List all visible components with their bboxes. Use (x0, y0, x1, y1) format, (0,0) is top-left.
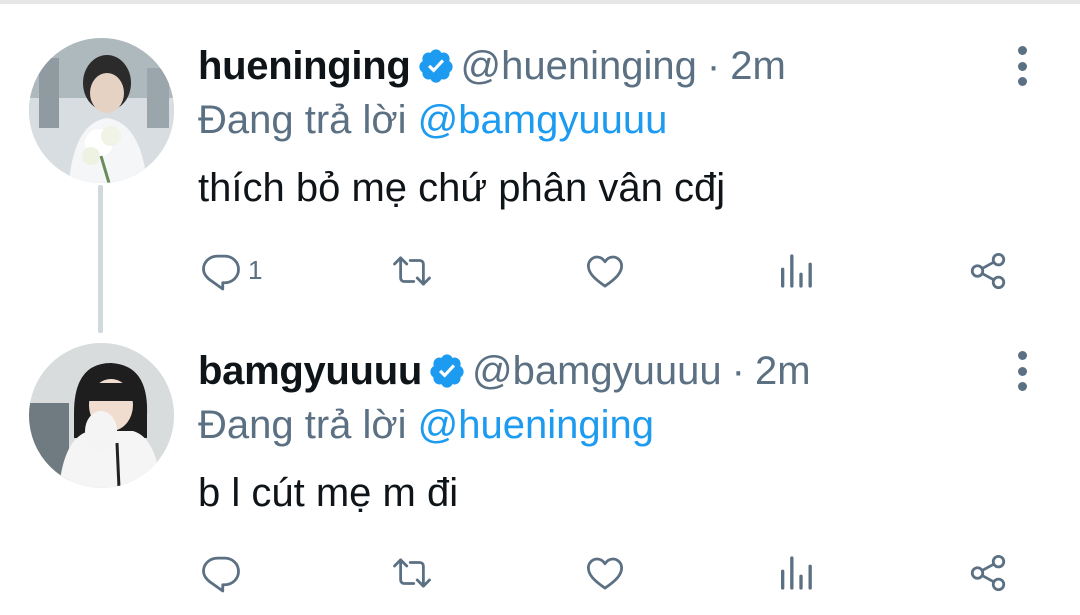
analytics-icon (781, 253, 812, 288)
share-button[interactable] (966, 545, 1010, 600)
tweet-text: thích bỏ mẹ chứ phân vân cđj (198, 166, 726, 210)
retweet-icon (393, 255, 431, 286)
tweet-header: bamgyuuuu @bamgyuuuu · 2m (198, 343, 811, 399)
action-bar: 1 (0, 243, 1080, 298)
more-icon[interactable] (1004, 347, 1040, 395)
verified-badge-icon (430, 354, 464, 388)
tweet-text: b l cút mẹ m đi (198, 471, 459, 515)
display-name[interactable]: hueninging (198, 38, 411, 94)
mention-link[interactable]: @bamgyuuuu (418, 98, 668, 142)
more-icon[interactable] (1004, 42, 1040, 90)
reply-count: 1 (248, 255, 263, 285)
user-handle[interactable]: @hueninging (461, 38, 697, 94)
separator-dot: · (731, 349, 745, 393)
analytics-icon (781, 555, 812, 590)
retweet-button[interactable] (388, 545, 436, 600)
share-button[interactable] (966, 243, 1010, 298)
avatar[interactable] (29, 38, 174, 183)
reply-button[interactable] (200, 545, 248, 600)
analytics-button[interactable] (776, 545, 816, 600)
timestamp[interactable]: 2m (755, 343, 811, 399)
reply-icon (202, 254, 240, 290)
tweet[interactable]: bamgyuuuu @bamgyuuuu · 2m Đang trả lời @… (0, 333, 1080, 615)
replying-prefix: Đang trả lời (198, 403, 407, 447)
replying-prefix: Đang trả lời (198, 98, 407, 142)
retweet-icon (393, 557, 431, 588)
retweet-button[interactable] (388, 243, 436, 298)
like-button[interactable] (583, 545, 627, 600)
timestamp[interactable]: 2m (730, 38, 786, 94)
top-divider (0, 0, 1080, 4)
display-name[interactable]: bamgyuuuu (198, 343, 422, 399)
like-button[interactable] (583, 243, 627, 298)
like-icon (586, 255, 624, 287)
mention-link[interactable]: @hueninging (418, 403, 654, 447)
reply-icon (202, 556, 240, 592)
share-icon (970, 252, 1006, 289)
verified-badge-icon (418, 49, 453, 83)
tweet-header: hueninging @hueninging · 2m (198, 38, 786, 94)
replying-to: Đang trả lời @hueninging (198, 397, 654, 453)
like-icon (586, 557, 624, 589)
reply-button[interactable]: 1 (200, 243, 262, 298)
replying-to: Đang trả lời @bamgyuuuu (198, 92, 667, 148)
analytics-button[interactable] (776, 243, 816, 298)
action-bar (0, 545, 1080, 600)
avatar[interactable] (29, 343, 174, 488)
user-handle[interactable]: @bamgyuuuu (472, 343, 722, 399)
share-icon (970, 554, 1006, 591)
tweet[interactable]: hueninging @hueninging · 2m Đang trả lời… (0, 28, 1080, 328)
separator-dot: · (706, 44, 721, 88)
